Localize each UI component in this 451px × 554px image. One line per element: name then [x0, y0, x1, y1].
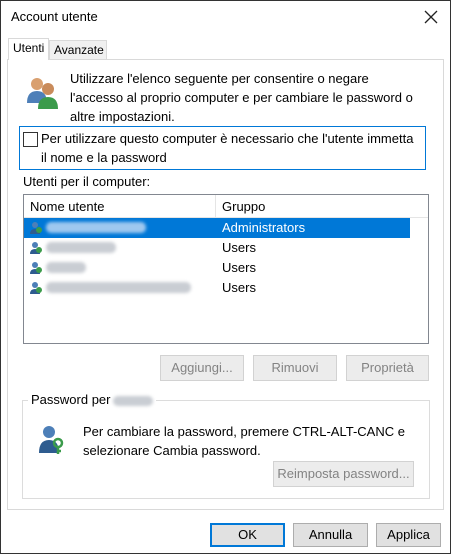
ok-button[interactable]: OK	[210, 523, 285, 547]
require-login-option[interactable]: Per utilizzare questo computer è necessa…	[19, 126, 426, 170]
user-group: Users	[222, 280, 256, 295]
tab-avanzate[interactable]: Avanzate	[49, 40, 107, 59]
users-list-label: Utenti per il computer:	[23, 174, 151, 189]
user-icon	[30, 242, 42, 254]
require-login-label: Per utilizzare questo computer è necessa…	[41, 131, 414, 165]
require-login-checkbox[interactable]	[23, 132, 38, 147]
password-group-title-text: Password per	[31, 392, 111, 407]
cancel-button[interactable]: Annulla	[293, 523, 368, 547]
users-list[interactable]: Nome utente Gruppo Administrators Users …	[23, 194, 429, 344]
account-dialog: Account utente Utenti Avanzate Utilizzar…	[0, 0, 451, 554]
properties-button[interactable]: Proprietà	[346, 355, 429, 381]
user-icon	[30, 222, 42, 234]
column-header-group[interactable]: Gruppo	[222, 199, 265, 214]
username-redacted	[46, 262, 86, 273]
users-icon	[23, 73, 61, 111]
intro-text: Utilizzare l'elenco seguente per consent…	[70, 71, 413, 124]
apply-button[interactable]: Applica	[376, 523, 441, 547]
user-group: Users	[222, 240, 256, 255]
table-row[interactable]: Administrators	[24, 218, 410, 238]
user-icon	[30, 282, 42, 294]
user-group: Administrators	[222, 220, 306, 235]
close-icon[interactable]	[418, 4, 444, 30]
table-row[interactable]: Users	[24, 238, 410, 258]
table-row[interactable]: Users	[24, 258, 410, 278]
add-user-button[interactable]: Aggiungi...	[160, 355, 244, 381]
reset-password-button[interactable]: Reimposta password...	[273, 461, 414, 487]
user-group: Users	[222, 260, 256, 275]
tab-avanzate-label: Avanzate	[54, 43, 104, 57]
tab-utenti-label: Utenti	[13, 41, 45, 55]
username-redacted	[46, 222, 146, 233]
username-redacted	[113, 395, 154, 406]
window-title: Account utente	[11, 9, 98, 24]
username-redacted	[46, 282, 191, 293]
user-icon	[30, 262, 42, 274]
username-redacted	[46, 242, 116, 253]
list-header: Nome utente Gruppo	[24, 195, 428, 218]
table-row[interactable]: Users	[24, 278, 410, 298]
password-instructions: Per cambiare la password, premere CTRL-A…	[83, 424, 405, 458]
key-user-icon	[36, 423, 68, 455]
column-header-username[interactable]: Nome utente	[30, 199, 104, 214]
remove-user-button[interactable]: Rimuovi	[253, 355, 337, 381]
password-group-title: Password per	[28, 392, 157, 407]
title-bar: Account utente	[1, 1, 450, 33]
tab-utenti[interactable]: Utenti	[8, 38, 49, 60]
column-separator[interactable]	[215, 195, 216, 217]
